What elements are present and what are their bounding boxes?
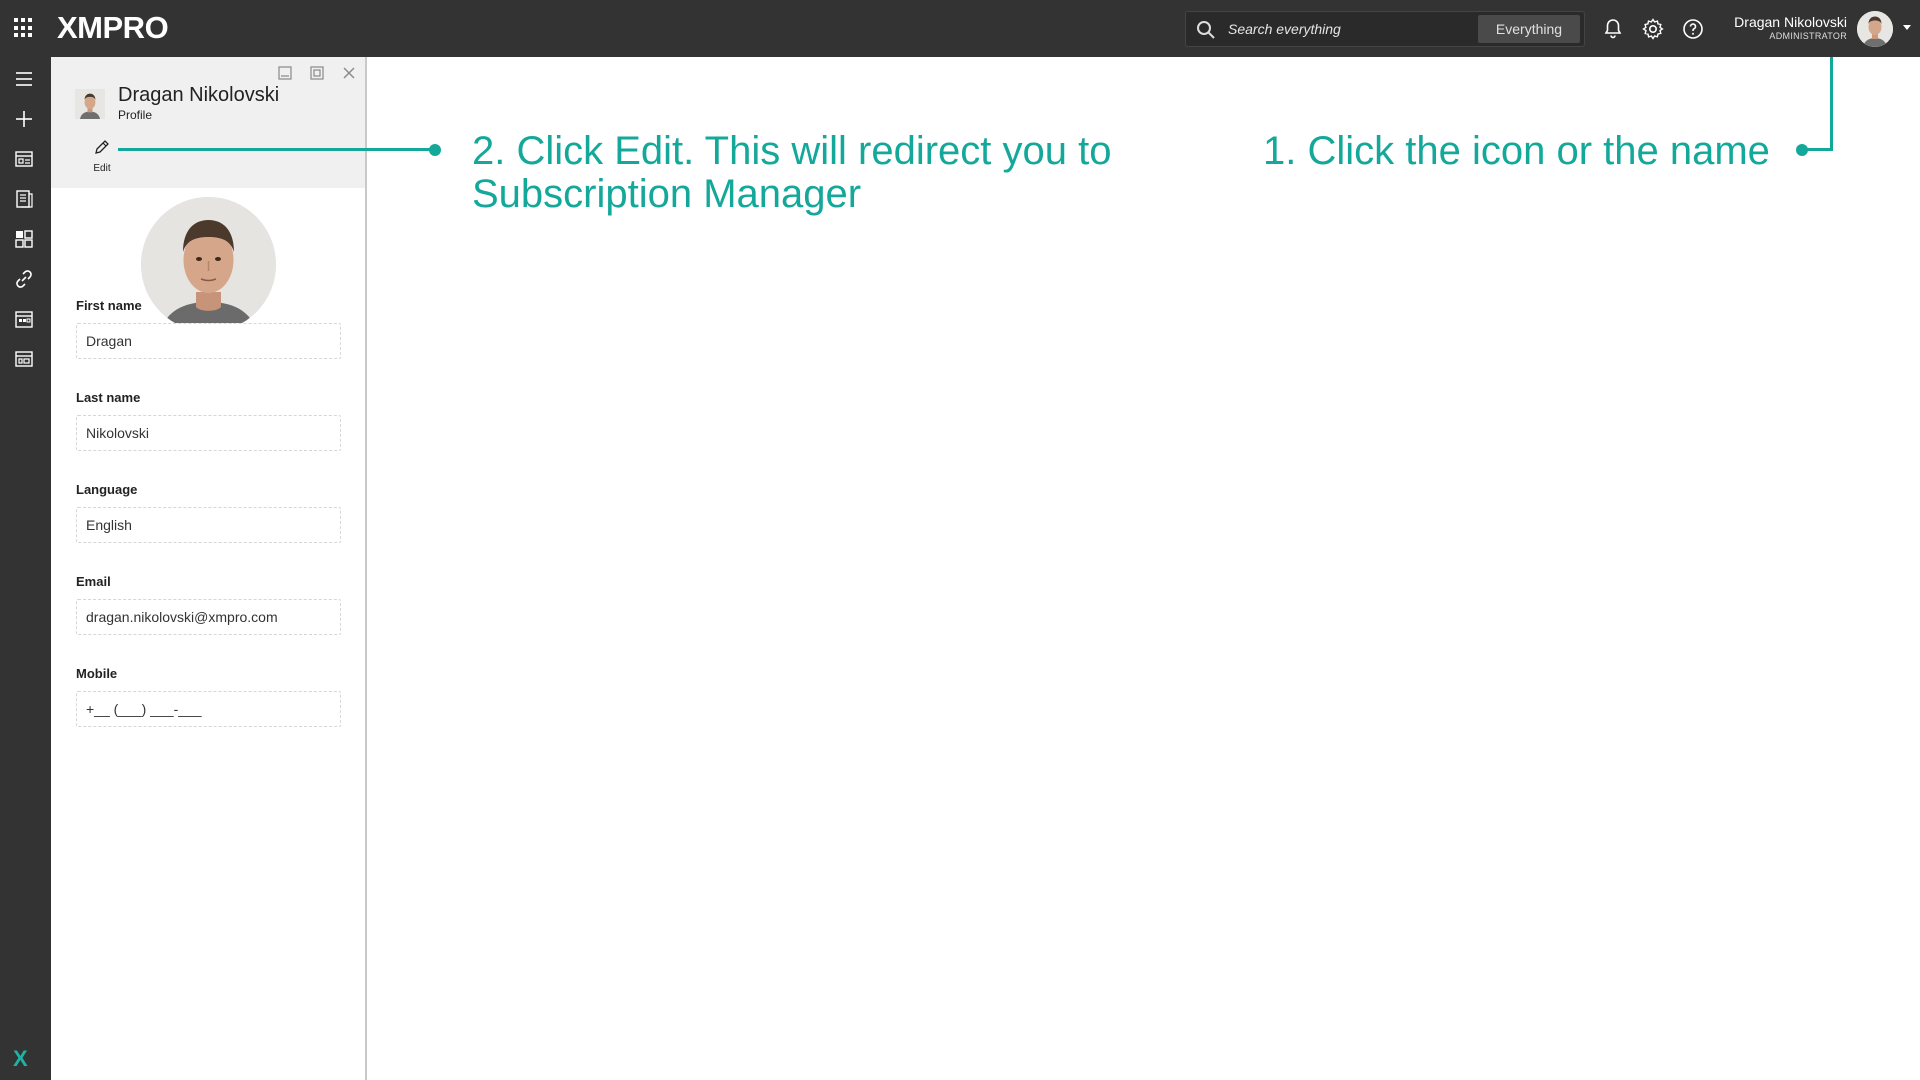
profile-header-avatar xyxy=(75,89,105,119)
link-icon[interactable] xyxy=(13,268,35,290)
xmpro-x-icon[interactable]: X xyxy=(13,1046,28,1072)
pencil-icon xyxy=(95,140,109,154)
dashboard-icon[interactable] xyxy=(13,348,35,370)
bell-icon[interactable] xyxy=(1601,17,1625,41)
xmpro-logo[interactable]: XMPRO xyxy=(57,10,169,45)
avatar-photo xyxy=(141,197,276,332)
search-icon[interactable] xyxy=(1196,20,1216,40)
recommendations-icon[interactable] xyxy=(13,228,35,250)
annotation-connector-step2 xyxy=(118,148,434,151)
annotation-step2-line1: 2. Click Edit. This will redirect you to xyxy=(472,129,1112,173)
help-icon[interactable] xyxy=(1681,17,1705,41)
avatar-photo xyxy=(1857,11,1893,47)
minimize-icon[interactable] xyxy=(277,65,293,81)
caret-down-icon[interactable] xyxy=(1903,25,1911,30)
maximize-icon[interactable] xyxy=(309,65,325,81)
search-box: Everything xyxy=(1185,11,1585,47)
last-name-field[interactable] xyxy=(76,415,341,451)
language-field[interactable] xyxy=(76,507,341,543)
annotation-step1: 1. Click the icon or the name xyxy=(1263,129,1770,173)
calendar-icon[interactable] xyxy=(13,308,35,330)
app-designer-icon[interactable] xyxy=(13,148,35,170)
user-avatar[interactable] xyxy=(1857,11,1893,47)
menu-icon[interactable] xyxy=(13,68,35,90)
user-name: Dragan Nikolovski xyxy=(1734,14,1847,30)
user-role: ADMINISTRATOR xyxy=(1769,31,1847,41)
first-name-field[interactable] xyxy=(76,323,341,359)
avatar-photo xyxy=(75,89,105,119)
mobile-label: Mobile xyxy=(76,666,118,681)
annotation-connector-step1-v xyxy=(1830,57,1833,151)
annotation-step2-line2: Subscription Manager xyxy=(472,172,862,216)
email-label: Email xyxy=(76,574,111,589)
top-bar: XMPRO Everything Dragan Nikolovski ADMIN… xyxy=(0,0,1920,57)
edit-label: Edit xyxy=(93,163,111,174)
left-rail: X xyxy=(0,57,51,1080)
first-name-label: First name xyxy=(76,298,142,313)
profile-photo[interactable] xyxy=(141,197,276,332)
search-input[interactable] xyxy=(1228,18,1468,40)
annotation-connector-step1-h xyxy=(1802,148,1833,151)
edit-button[interactable]: Edit xyxy=(89,138,115,174)
search-scope-dropdown[interactable]: Everything xyxy=(1478,15,1580,43)
last-name-label: Last name xyxy=(76,390,141,405)
language-label: Language xyxy=(76,482,138,497)
close-icon[interactable] xyxy=(341,65,357,81)
apps-grid-icon[interactable] xyxy=(14,18,34,38)
email-field[interactable] xyxy=(76,599,341,635)
mobile-field[interactable] xyxy=(76,691,341,727)
profile-panel: Dragan Nikolovski Profile Edit First nam… xyxy=(51,57,367,1080)
profile-panel-header: Dragan Nikolovski Profile Edit xyxy=(51,57,365,188)
profile-title: Dragan Nikolovski xyxy=(118,84,280,106)
data-stream-icon[interactable] xyxy=(13,188,35,210)
gear-icon[interactable] xyxy=(1641,17,1665,41)
plus-icon[interactable] xyxy=(13,108,35,130)
profile-subtitle: Profile xyxy=(118,108,153,122)
logo-text: XMPRO xyxy=(57,10,169,45)
annotation-step2: 2. Click Edit. This will redirect you to… xyxy=(472,130,1172,216)
annotation-dot-step2 xyxy=(429,144,441,156)
user-menu-name[interactable]: Dragan Nikolovski ADMINISTRATOR xyxy=(1734,14,1847,42)
